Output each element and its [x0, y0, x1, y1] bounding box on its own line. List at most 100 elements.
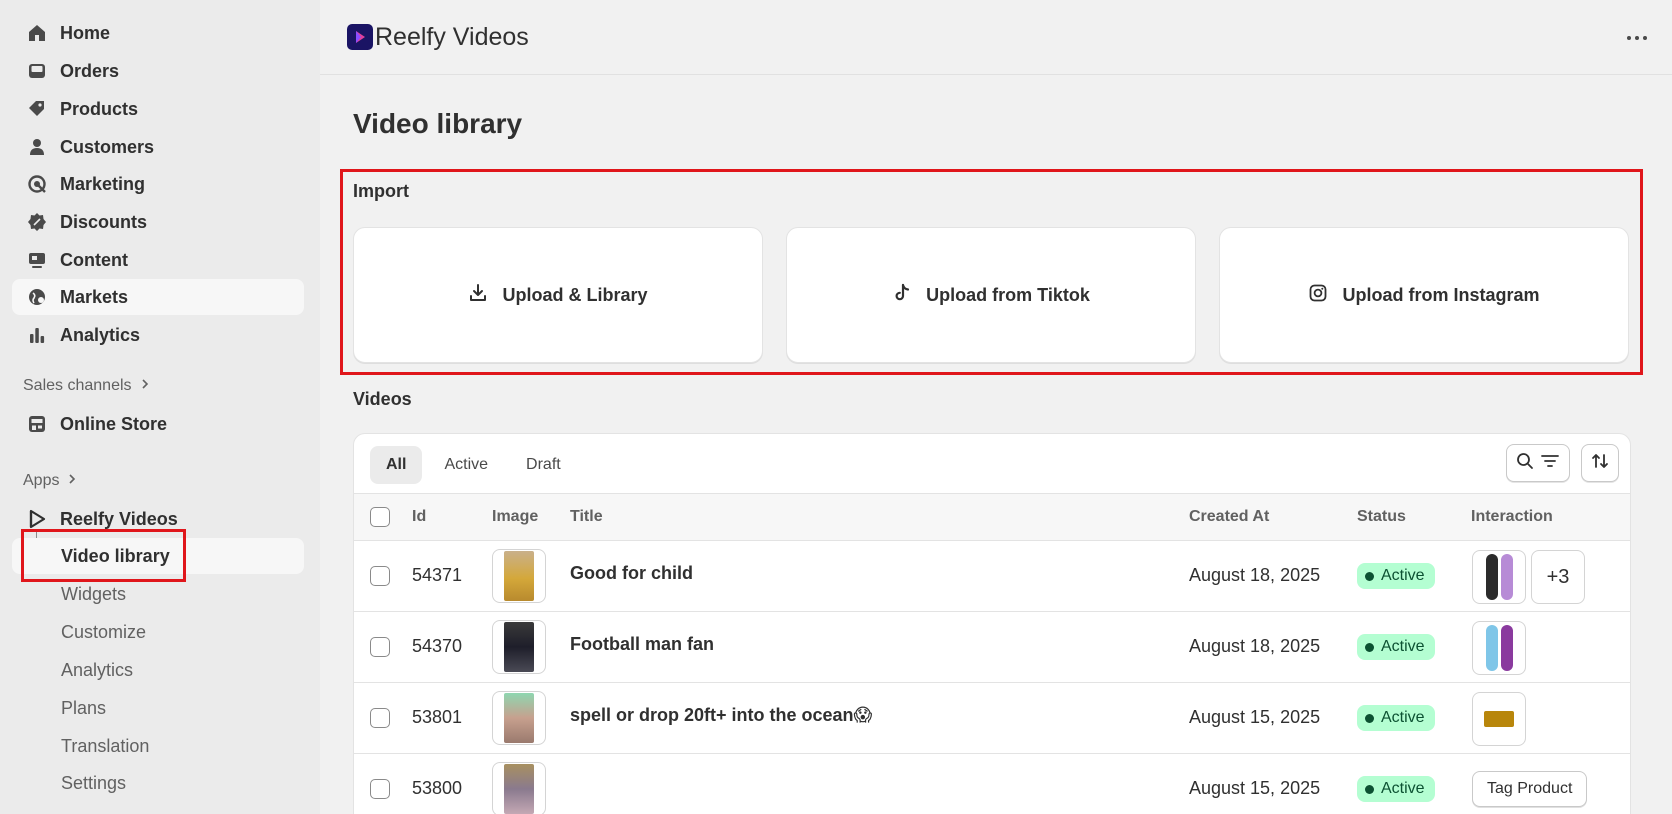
video-thumbnail[interactable]	[492, 549, 546, 603]
sidebar-item-marketing[interactable]: Marketing	[12, 166, 304, 202]
video-title[interactable]: Good for child	[570, 563, 693, 584]
sidebar-item-label: Orders	[60, 60, 120, 81]
row-checkbox[interactable]	[370, 566, 390, 586]
sidebar: Home Orders Products Customers Marketing…	[0, 0, 320, 814]
table-row[interactable]: 54371 Good for child August 18, 2025 Act…	[354, 541, 1630, 612]
column-title[interactable]: Title	[570, 508, 603, 526]
sidebar-item-label: Video library	[61, 545, 170, 566]
sidebar-item-label: Content	[60, 249, 128, 270]
sidebar-item-label: Settings	[61, 772, 127, 793]
sales-channels-header[interactable]: Sales channels	[23, 377, 150, 395]
sidebar-item-content[interactable]: Content	[12, 242, 304, 278]
sidebar-item-label: Products	[60, 98, 139, 119]
inbox-icon	[26, 60, 48, 82]
sidebar-item-online-store[interactable]: Online Store	[12, 406, 304, 442]
sidebar-item-plans[interactable]: Plans	[12, 690, 304, 726]
upload-tiktok-button[interactable]: Upload from Tiktok	[786, 227, 1196, 363]
column-created-at[interactable]: Created At	[1189, 508, 1269, 526]
filter-icon	[1540, 453, 1560, 474]
row-checkbox[interactable]	[370, 779, 390, 799]
sidebar-item-markets[interactable]: Markets	[12, 279, 304, 315]
sidebar-item-widgets[interactable]: Widgets	[12, 576, 304, 612]
upload-library-button[interactable]: Upload & Library	[353, 227, 763, 363]
instagram-icon	[1308, 283, 1328, 308]
status-badge: Active	[1357, 563, 1435, 589]
sidebar-item-label: Widgets	[61, 583, 127, 604]
sidebar-item-label: Discounts	[60, 211, 148, 232]
sidebar-item-customers[interactable]: Customers	[12, 129, 304, 165]
sidebar-item-label: Marketing	[60, 173, 146, 194]
status-badge: Active	[1357, 776, 1435, 802]
sort-button[interactable]	[1581, 444, 1619, 482]
content-icon	[26, 249, 48, 271]
upload-tiktok-label: Upload from Tiktok	[926, 284, 1090, 305]
sales-channels-label: Sales channels	[23, 377, 132, 394]
column-interaction: Interaction	[1471, 508, 1553, 525]
video-thumbnail[interactable]	[492, 620, 546, 674]
video-thumbnail[interactable]	[492, 691, 546, 745]
tag-product-button[interactable]: Tag Product	[1472, 771, 1588, 807]
chevron-right-icon	[140, 377, 150, 395]
page-title: Video library	[353, 108, 523, 139]
column-image: Image	[492, 508, 539, 525]
sidebar-item-customize[interactable]: Customize	[12, 614, 304, 650]
sidebar-item-orders[interactable]: Orders	[12, 53, 304, 89]
app-header: Reelfy Videos	[320, 0, 1672, 75]
table-row[interactable]: 53801 spell or drop 20ft+ into the ocean…	[354, 683, 1630, 754]
upload-instagram-button[interactable]: Upload from Instagram	[1219, 227, 1629, 363]
more-products-button[interactable]: +3	[1531, 550, 1585, 604]
sidebar-item-label: Customers	[60, 136, 155, 157]
reelfy-logo-icon	[347, 24, 373, 50]
home-icon	[26, 22, 48, 44]
upload-instagram-label: Upload from Instagram	[1342, 284, 1540, 305]
discount-icon	[26, 211, 48, 233]
chevron-right-icon	[67, 472, 77, 490]
sidebar-item-discounts[interactable]: Discounts	[12, 204, 304, 240]
download-icon	[468, 283, 488, 308]
app-title: Reelfy Videos	[375, 22, 529, 51]
sidebar-item-label: Home	[60, 22, 111, 43]
sidebar-item-app-analytics[interactable]: Analytics	[12, 652, 304, 688]
tab-draft[interactable]: Draft	[510, 446, 577, 484]
sidebar-item-video-library[interactable]: Video library	[12, 538, 304, 574]
status-badge: Active	[1357, 634, 1435, 660]
sidebar-item-translation[interactable]: Translation	[12, 728, 304, 764]
tagged-product-thumbnail[interactable]	[1472, 621, 1526, 675]
sidebar-item-products[interactable]: Products	[12, 91, 304, 127]
store-icon	[26, 413, 48, 435]
video-id: 54370	[412, 636, 463, 656]
sidebar-item-label: Analytics	[61, 659, 134, 680]
sidebar-item-home[interactable]: Home	[12, 15, 304, 51]
video-title[interactable]: Football man fan	[570, 634, 714, 655]
sidebar-item-settings[interactable]: Settings	[12, 765, 304, 801]
select-all-checkbox[interactable]	[370, 507, 390, 527]
row-checkbox[interactable]	[370, 708, 390, 728]
video-created-at: August 18, 2025	[1189, 565, 1321, 585]
video-thumbnail[interactable]	[492, 762, 546, 814]
tab-all[interactable]: All	[370, 446, 423, 484]
tab-active[interactable]: Active	[428, 446, 504, 484]
column-status[interactable]: Status	[1357, 508, 1406, 526]
sidebar-item-label: Analytics	[60, 324, 141, 345]
video-title[interactable]: spell or drop 20ft+ into the ocean😱	[570, 705, 872, 726]
person-icon	[26, 136, 48, 158]
search-icon	[1516, 452, 1534, 475]
table-row[interactable]: 53800 August 15, 2025 Active Tag Product	[354, 754, 1630, 814]
video-id: 54371	[412, 565, 463, 585]
search-filter-button[interactable]	[1506, 444, 1570, 482]
table-row[interactable]: 54370 Football man fan August 18, 2025 A…	[354, 612, 1630, 683]
tagged-product-thumbnail[interactable]	[1472, 550, 1526, 604]
sidebar-item-label: Online Store	[60, 413, 168, 434]
row-checkbox[interactable]	[370, 637, 390, 657]
sidebar-item-reelfy-videos[interactable]: Reelfy Videos	[12, 501, 304, 537]
bar-chart-icon	[26, 324, 48, 346]
column-id[interactable]: Id	[412, 508, 426, 526]
upload-library-label: Upload & Library	[502, 284, 648, 305]
sidebar-item-label: Markets	[60, 286, 129, 307]
apps-header[interactable]: Apps	[23, 472, 77, 490]
tagged-product-thumbnail[interactable]	[1472, 692, 1526, 746]
sidebar-item-analytics[interactable]: Analytics	[12, 317, 304, 353]
sidebar-item-label: Translation	[61, 735, 150, 756]
apps-label: Apps	[23, 472, 60, 489]
more-actions-button[interactable]	[1622, 26, 1652, 50]
